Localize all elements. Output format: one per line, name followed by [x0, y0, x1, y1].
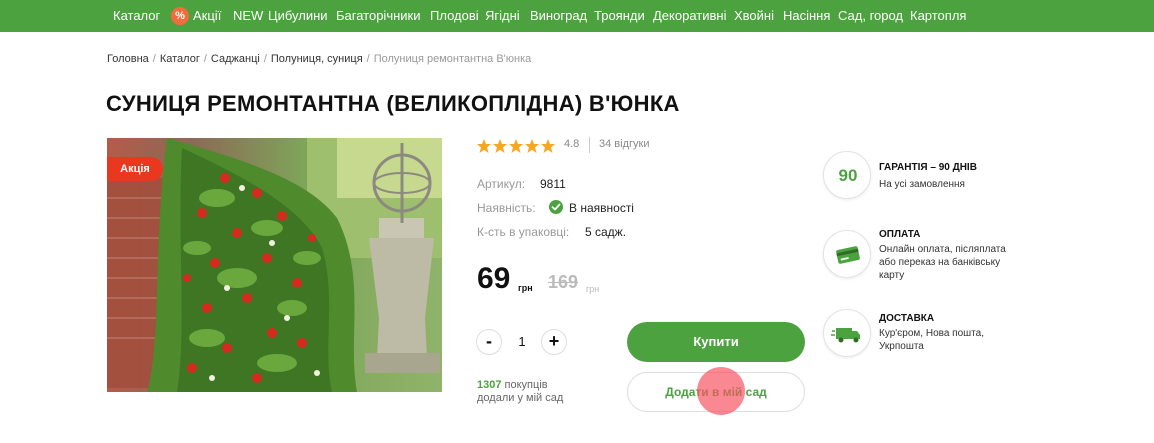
breadcrumb-strawberry[interactable]: Полуниця, суниця: [271, 53, 363, 65]
pack-label: К-сть в упаковці:: [477, 225, 570, 239]
buyers-count: 1307: [477, 379, 502, 391]
nav-item-roses[interactable]: Троянди: [594, 0, 645, 32]
delivery-text-line: Укрпошта: [879, 341, 924, 352]
old-price-currency: грн: [586, 284, 600, 294]
buyers-info: 1307 покупців додали у мій сад: [477, 379, 563, 405]
breadcrumb-home[interactable]: Головна: [107, 53, 149, 65]
payment-text-line: Онлайн оплата, післяплата: [879, 244, 1006, 255]
quantity-plus-button[interactable]: +: [541, 329, 567, 355]
rating-divider: [589, 137, 590, 153]
guarantee-icon: 90: [823, 151, 871, 199]
delivery-title: ДОСТАВКА: [879, 313, 935, 324]
breadcrumb-separator: /: [152, 53, 156, 65]
nav-item-bulbs[interactable]: Цибулини: [268, 0, 328, 32]
nav-item-garden[interactable]: Сад, город: [838, 0, 903, 32]
breadcrumb-separator: /: [203, 53, 207, 65]
stock-value: В наявності: [569, 201, 634, 215]
breadcrumb: Головна / Каталог / Саджанці / Полуниця, суниц…: [107, 51, 531, 67]
nav-item-conifers[interactable]: Хвойні: [734, 0, 774, 32]
quantity-minus-button[interactable]: -: [476, 329, 502, 355]
breadcrumb-catalog[interactable]: Каталог: [160, 53, 200, 65]
page-title: СУНИЦЯ РЕМОНТАНТНА (ВЕЛИКОПЛІДНА) В'ЮНКА: [106, 91, 680, 116]
delivery-truck-icon: [823, 309, 871, 357]
rating-value: 4.8: [564, 138, 580, 150]
breadcrumb-seedlings[interactable]: Саджанці: [211, 53, 260, 65]
buy-button[interactable]: Купити: [627, 322, 805, 362]
old-price: 169: [548, 272, 579, 292]
payment-text-line: або переказ на банківську: [879, 257, 1001, 268]
buyers-text: покупців: [504, 379, 548, 391]
star-icons: [477, 138, 555, 153]
guarantee-days: 90: [838, 166, 858, 185]
nav-item-sales[interactable]: Акції: [193, 0, 221, 32]
article-label: Артикул:: [477, 177, 526, 191]
payment-title: ОПЛАТА: [879, 229, 921, 240]
nav-item-seeds[interactable]: Насіння: [783, 0, 830, 32]
guarantee-title: ГАРАНТІЯ – 90 ДНІВ: [879, 162, 977, 173]
rating-stars[interactable]: [477, 137, 555, 155]
current-price-currency: грн: [518, 283, 533, 293]
nav-item-decorative[interactable]: Декоративні: [653, 0, 726, 32]
payment-text: Онлайн оплата, післяплата або переказ на…: [879, 243, 1006, 282]
breadcrumb-separator: /: [366, 53, 370, 65]
rating: 4.8 34 відгуки: [477, 137, 649, 155]
guarantee-text: На усі замовлення: [879, 179, 965, 190]
nav-item-new[interactable]: NEW: [233, 0, 263, 32]
nav-item-grapes[interactable]: Виноград: [530, 0, 587, 32]
delivery-text: Кур'єром, Нова пошта, Укрпошта: [879, 327, 984, 353]
pack-value: 5 садж.: [585, 225, 627, 239]
top-navigation: Каталог % Акції NEW Цибулини Багаторічни…: [0, 0, 1154, 32]
payment-text-line: карту: [879, 270, 905, 281]
nav-item-catalog[interactable]: Каталог: [113, 0, 160, 32]
add-to-garden-button[interactable]: Додати в мій сад: [627, 372, 805, 412]
nav-item-fruit[interactable]: Плодові: [430, 0, 479, 32]
article-value: 9811: [540, 177, 566, 191]
breadcrumb-separator: /: [263, 53, 267, 65]
sale-percent-icon: %: [171, 7, 189, 25]
payment-card-icon: [823, 230, 871, 278]
reviews-link[interactable]: 34 відгуки: [599, 138, 649, 150]
nav-item-potatoes[interactable]: Картопля: [910, 0, 966, 32]
sale-tag: Акція: [107, 157, 163, 181]
stock-label: Наявність:: [477, 201, 536, 215]
checkmark-icon: [549, 200, 563, 214]
quantity-value[interactable]: 1: [514, 334, 530, 349]
breadcrumb-current: Полуниця ремонтантна В'юнка: [373, 53, 532, 65]
buyers-text-2: додали у мій сад: [477, 392, 564, 404]
nav-item-perennials[interactable]: Багаторічники: [336, 0, 420, 32]
delivery-text-line: Кур'єром, Нова пошта,: [879, 328, 984, 339]
current-price: 69: [477, 262, 511, 295]
nav-item-berries[interactable]: Ягідні: [485, 0, 520, 32]
